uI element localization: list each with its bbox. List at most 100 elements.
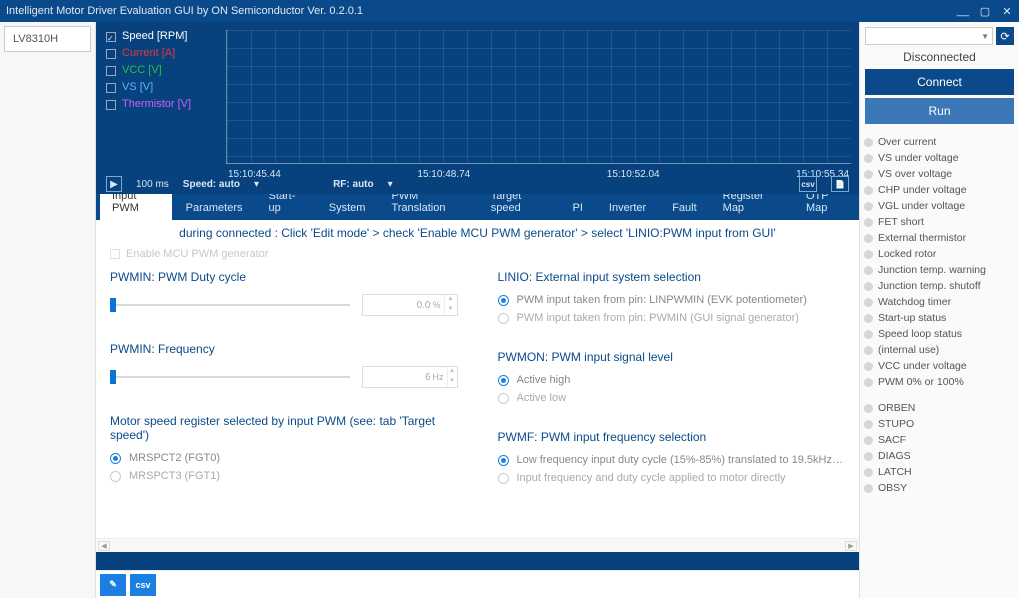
status-dot-6 — [864, 234, 873, 243]
status-label-7: Locked rotor — [878, 246, 936, 262]
status-dot-14 — [864, 362, 873, 371]
hscroll-right[interactable]: ▶ — [845, 541, 857, 551]
hscroll-left[interactable]: ◀ — [98, 541, 110, 551]
status-label-15: PWM 0% or 100% — [878, 374, 964, 390]
tab-parameters[interactable]: Parameters — [174, 196, 255, 220]
pwmin-duty-input[interactable] — [363, 295, 433, 315]
legend-label-4: Thermistor [V] — [122, 96, 191, 113]
pwmon-radio-1[interactable] — [498, 393, 509, 404]
motor-speed-radio-1[interactable] — [110, 471, 121, 482]
pwmf-option-0: Low frequency input duty cycle (15%-85%)… — [517, 454, 846, 466]
status-dot-4 — [864, 202, 873, 211]
status-label-14: VCC under voltage — [878, 358, 967, 374]
close-button[interactable]: ✕ — [1001, 5, 1013, 17]
legend-label-0: Speed [RPM] — [122, 28, 187, 45]
refresh-button[interactable]: ⟳ — [996, 27, 1014, 45]
device-tab[interactable]: LV8310H — [4, 26, 91, 52]
pwmon-radio-0[interactable] — [498, 375, 509, 386]
status-label-6: External thermistor — [878, 230, 966, 246]
legend-checkbox-0[interactable] — [106, 32, 116, 42]
chart-interval: 100 ms — [136, 179, 169, 190]
chart-grid — [226, 30, 851, 164]
tab-pi[interactable]: PI — [560, 196, 594, 220]
legend-label-1: Current [A] — [122, 45, 175, 62]
linio-radio-0[interactable] — [498, 295, 509, 306]
csv-button[interactable]: csv — [130, 574, 156, 596]
connection-status: Disconnected — [865, 45, 1014, 69]
csv-export-button[interactable]: csv — [799, 176, 817, 192]
pwmin-freq-title: PWMIN: Frequency — [110, 342, 458, 356]
pwmf-radio-1[interactable] — [498, 473, 509, 484]
run-button[interactable]: Run — [865, 98, 1014, 124]
tab-fault[interactable]: Fault — [660, 196, 708, 220]
status-dot-3 — [864, 186, 873, 195]
status-label-10: Watchdog timer — [878, 294, 951, 310]
status-dot-0 — [864, 138, 873, 147]
port-dropdown[interactable]: ▼ — [865, 27, 993, 45]
motor-speed-option-1: MRSPCT3 (FGT1) — [129, 470, 220, 482]
pwmin-freq-input[interactable] — [363, 367, 433, 387]
status-label-11: Start-up status — [878, 310, 946, 326]
status-dot-5 — [864, 218, 873, 227]
status-dot-7 — [864, 250, 873, 259]
spin-up-icon[interactable]: ▲ — [445, 295, 457, 305]
instruction-hint: during connected : Click 'Edit mode' > c… — [96, 220, 859, 246]
connect-button[interactable]: Connect — [865, 69, 1014, 95]
legend-checkbox-4[interactable] — [106, 100, 116, 110]
pwmin-duty-slider[interactable] — [110, 296, 350, 314]
flag-label-3: DIAGS — [878, 448, 911, 464]
pwmon-option-0: Active high — [517, 374, 571, 386]
chart-speed-caret[interactable]: ▾ — [254, 179, 259, 190]
status-dot-9 — [864, 282, 873, 291]
status-label-8: Junction temp. warning — [878, 262, 986, 278]
tab-inverter[interactable]: Inverter — [597, 196, 658, 220]
linio-radio-1[interactable] — [498, 313, 509, 324]
pwmin-freq-slider[interactable] — [110, 368, 350, 386]
status-label-13: (internal use) — [878, 342, 939, 358]
pwmf-option-1: Input frequency and duty cycle applied t… — [517, 472, 786, 484]
status-label-2: VS over voltage — [878, 166, 952, 182]
chart-settings-button[interactable]: 📄 — [831, 176, 849, 192]
footer-strip — [96, 552, 859, 570]
chart-speed-label: Speed: auto — [183, 179, 240, 190]
spin-down-icon[interactable]: ▼ — [448, 377, 457, 387]
status-label-1: VS under voltage — [878, 150, 959, 166]
pwmf-radio-0[interactable] — [498, 455, 509, 466]
flag-dot-1 — [864, 420, 873, 429]
status-dot-8 — [864, 266, 873, 275]
pwmon-title: PWMON: PWM input signal level — [498, 350, 846, 364]
flag-dot-4 — [864, 468, 873, 477]
minimize-button[interactable]: __ — [957, 5, 969, 17]
erase-button[interactable]: ✎ — [100, 574, 126, 596]
status-dot-11 — [864, 314, 873, 323]
status-dot-2 — [864, 170, 873, 179]
linio-option-1: PWM input taken from pin: PWMIN (GUI sig… — [517, 312, 799, 324]
tab-system[interactable]: System — [317, 196, 378, 220]
flag-label-0: ORBEN — [878, 400, 915, 416]
status-dot-10 — [864, 298, 873, 307]
status-label-12: Speed loop status — [878, 326, 962, 342]
status-label-5: FET short — [878, 214, 924, 230]
legend-checkbox-1[interactable] — [106, 49, 116, 59]
spin-down-icon[interactable]: ▼ — [445, 305, 457, 315]
legend-label-2: VCC [V] — [122, 62, 162, 79]
status-label-9: Junction temp. shutoff — [878, 278, 981, 294]
linio-title: LINIO: External input system selection — [498, 270, 846, 284]
enable-mcu-pwm-checkbox[interactable] — [110, 249, 120, 259]
window-title: Intelligent Motor Driver Evaluation GUI … — [6, 5, 957, 17]
legend-label-3: VS [V] — [122, 79, 153, 96]
flag-dot-2 — [864, 436, 873, 445]
chart-rf-caret[interactable]: ▾ — [388, 179, 393, 190]
chart-play-button[interactable]: ▶ — [106, 176, 122, 192]
status-label-0: Over current — [878, 134, 936, 150]
maximize-button[interactable]: ▢ — [979, 5, 991, 17]
flag-label-1: STUPO — [878, 416, 914, 432]
chart-rf-label: RF: auto — [333, 179, 374, 190]
chart-area: Speed [RPM] Current [A] VCC [V] VS [V] T… — [96, 22, 859, 194]
flag-dot-3 — [864, 452, 873, 461]
motor-speed-title: Motor speed register selected by input P… — [110, 414, 458, 442]
legend-checkbox-2[interactable] — [106, 66, 116, 76]
motor-speed-radio-0[interactable] — [110, 453, 121, 464]
legend-checkbox-3[interactable] — [106, 83, 116, 93]
spin-up-icon[interactable]: ▲ — [448, 367, 457, 377]
